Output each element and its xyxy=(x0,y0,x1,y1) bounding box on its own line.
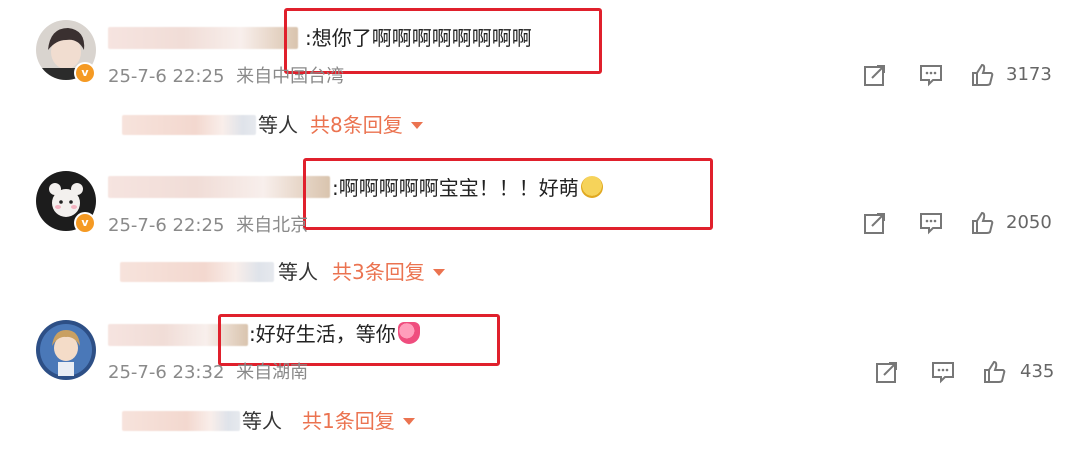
comment-location: 来自湖南 xyxy=(236,362,309,383)
share-icon[interactable] xyxy=(874,359,900,385)
comment-meta: 25-7-6 22:25 来自北京 xyxy=(108,215,308,237)
comment-item: :好好生活，等你 25-7-6 23:32 来自湖南 435 等人 共1条回复 xyxy=(0,300,1080,450)
comment-icon[interactable] xyxy=(918,210,944,236)
share-icon[interactable] xyxy=(862,62,888,88)
comment-meta: 25-7-6 23:32 来自湖南 xyxy=(108,362,308,384)
share-icon[interactable] xyxy=(862,210,888,236)
comment-icon[interactable] xyxy=(918,62,944,88)
reply-who: 等人 xyxy=(278,260,318,284)
comment-icon[interactable] xyxy=(930,359,956,385)
reply-expand-link[interactable]: 共1条回复 xyxy=(302,409,415,433)
username-redacted xyxy=(108,176,330,198)
reply-users-redacted xyxy=(122,411,240,431)
chevron-down-icon xyxy=(432,269,445,276)
reply-expand-link[interactable]: 共8条回复 xyxy=(310,113,423,137)
like-icon[interactable] xyxy=(970,62,996,88)
like-icon[interactable] xyxy=(970,210,996,236)
reply-expand-link[interactable]: 共3条回复 xyxy=(332,260,445,284)
comment-actions: 3173 xyxy=(860,62,1070,92)
like-count: 3173 xyxy=(1006,64,1052,85)
highlight-box xyxy=(284,8,602,74)
reply-count: 共8条回复 xyxy=(310,113,403,137)
chevron-down-icon xyxy=(402,418,415,425)
reply-count: 共1条回复 xyxy=(302,409,395,433)
comment-meta: 25-7-6 22:25 来自中国台湾 xyxy=(108,66,344,88)
reply-summary: 等人 共3条回复 xyxy=(0,260,1080,286)
comment-date: 25-7-6 22:25 xyxy=(108,66,225,87)
chevron-down-icon xyxy=(410,122,423,129)
comment-date: 25-7-6 23:32 xyxy=(108,362,225,383)
reply-summary: 等人 共8条回复 xyxy=(0,113,1080,139)
comment-location: 来自中国台湾 xyxy=(236,66,345,87)
reply-count: 共3条回复 xyxy=(332,260,425,284)
comment-item: v :啊啊啊啊啊宝宝！！！好萌 25-7-6 22:25 来自北京 2050 等… xyxy=(0,150,1080,300)
comment-location: 来自北京 xyxy=(236,215,309,236)
username-redacted xyxy=(108,27,298,49)
reply-who: 等人 xyxy=(258,113,298,137)
reply-who: 等人 xyxy=(242,409,282,433)
avatar[interactable] xyxy=(36,320,96,380)
reply-summary: 等人 共1条回复 xyxy=(0,409,1080,435)
verified-badge-icon: v xyxy=(74,212,96,234)
highlight-box xyxy=(303,158,713,230)
comment-date: 25-7-6 22:25 xyxy=(108,215,225,236)
comment-actions: 2050 xyxy=(860,210,1070,240)
highlight-box xyxy=(218,314,500,366)
like-count: 435 xyxy=(1020,361,1055,382)
reply-users-redacted xyxy=(122,115,256,135)
comment-actions: 435 xyxy=(874,359,1074,389)
verified-badge-icon: v xyxy=(74,62,96,84)
comment-item: v :想你了啊啊啊啊啊啊啊啊 25-7-6 22:25 来自中国台湾 3173 … xyxy=(0,0,1080,150)
like-icon[interactable] xyxy=(982,359,1008,385)
reply-users-redacted xyxy=(120,262,274,282)
like-count: 2050 xyxy=(1006,212,1052,233)
